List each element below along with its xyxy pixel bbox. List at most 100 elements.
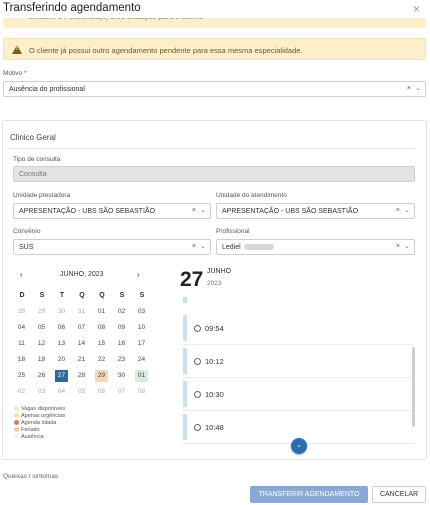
weekday-header: Q: [99, 292, 105, 299]
clear-icon[interactable]: ×: [396, 243, 400, 250]
chevron-down-icon[interactable]: ⌄: [200, 242, 206, 250]
slot-divider: [182, 344, 414, 345]
weekday-header: S: [39, 292, 45, 299]
calendar-day[interactable]: 03: [35, 386, 48, 398]
motivo-label: Motivo *: [3, 70, 27, 77]
calendar-day[interactable]: 14: [75, 338, 88, 350]
unidade-atendimento-select[interactable]: APRESENTAÇÃO - UBS SÃO SEBASTIÃO × ⌄: [216, 203, 415, 219]
selected-year: 2023: [207, 280, 222, 287]
time-slot-list[interactable]: 09:54 10:12 10:30 10:48: [180, 297, 416, 447]
calendar-day[interactable]: 29: [95, 370, 108, 382]
calendar-day[interactable]: 08: [135, 386, 148, 398]
calendar-day[interactable]: 04: [15, 322, 28, 334]
scroll-down-button[interactable]: ⌄: [291, 438, 307, 454]
calendar-day[interactable]: 10: [135, 322, 148, 334]
calendar-day[interactable]: 22: [95, 354, 108, 366]
calendar-day[interactable]: 06: [95, 386, 108, 398]
calendar-day[interactable]: 11: [15, 338, 28, 350]
calendar-day[interactable]: 21: [75, 354, 88, 366]
slot-marker: [183, 348, 187, 374]
calendar-day[interactable]: 08: [95, 322, 108, 334]
legend-label: Agenda lotada: [21, 420, 57, 426]
profissional-value: Lediel: [222, 244, 274, 251]
calendar-day[interactable]: 30: [55, 306, 68, 318]
dialog-header: Transferindo agendamento ×: [0, 0, 430, 18]
legend-item: Apenas urgências: [14, 413, 65, 419]
weekday-header: T: [59, 292, 65, 299]
clear-icon[interactable]: ×: [192, 207, 196, 214]
calendar-day[interactable]: 01: [95, 306, 108, 318]
calendar-day[interactable]: 03: [135, 306, 148, 318]
motivo-select[interactable]: Ausência do profissional × ⌄: [3, 81, 426, 97]
chevron-down-icon[interactable]: ⌄: [404, 242, 410, 250]
radio-icon[interactable]: [194, 424, 201, 431]
calendar-day[interactable]: 02: [15, 386, 28, 398]
calendar-day[interactable]: 28: [15, 306, 28, 318]
calendar-month-label: JUNHO, 2023: [60, 271, 104, 278]
time-slot-option[interactable]: 10:30: [194, 390, 224, 399]
calendar-day[interactable]: 01: [135, 370, 148, 382]
section-divider: [10, 148, 415, 149]
scrollbar[interactable]: [412, 347, 415, 427]
time-slot-option[interactable]: 10:48: [194, 423, 224, 432]
calendar-day[interactable]: 20: [55, 354, 68, 366]
alert-pending-text: O cliente já possui outro agendamento pe…: [29, 46, 303, 55]
clear-icon[interactable]: ×: [192, 243, 196, 250]
calendar-day[interactable]: 07: [75, 322, 88, 334]
profissional-label: Profissional: [216, 228, 250, 235]
calendar-day[interactable]: 30: [115, 370, 128, 382]
calendar-day[interactable]: 09: [115, 322, 128, 334]
time-slot-option[interactable]: 10:12: [194, 357, 224, 366]
calendar-day[interactable]: 26: [35, 370, 48, 382]
prev-month-button[interactable]: ‹: [20, 270, 23, 279]
time-slot-label: 10:30: [205, 390, 224, 399]
calendar-day[interactable]: 05: [75, 386, 88, 398]
calendar-day[interactable]: 27: [55, 370, 68, 382]
legend-label: Vagas disponíveis: [21, 406, 66, 412]
transfer-button[interactable]: TRANSFERIR AGENDAMENTO: [250, 486, 368, 503]
cancel-button[interactable]: CANCELAR: [372, 486, 426, 503]
unidade-prestadora-label: Unidade prestadora: [13, 192, 71, 199]
calendar-day[interactable]: 07: [115, 386, 128, 398]
slot-marker: [183, 297, 187, 303]
calendar-day[interactable]: 18: [15, 354, 28, 366]
calendar-day[interactable]: 29: [35, 306, 48, 318]
warning-icon: [12, 45, 22, 54]
radio-icon[interactable]: [194, 391, 201, 398]
calendar-day[interactable]: 13: [55, 338, 68, 350]
clear-icon[interactable]: ×: [407, 85, 411, 92]
calendar-day[interactable]: 31: [75, 306, 88, 318]
unidade-prestadora-select[interactable]: APRESENTAÇÃO - UBS SÃO SEBASTIÃO × ⌄: [13, 203, 211, 219]
time-slot-option[interactable]: 09:54: [194, 324, 224, 333]
calendar-day[interactable]: 12: [35, 338, 48, 350]
calendar-day[interactable]: 16: [115, 338, 128, 350]
calendar-day[interactable]: 24: [135, 354, 148, 366]
calendar-day[interactable]: 28: [75, 370, 88, 382]
slot-divider: [182, 377, 414, 378]
legend-dot: [14, 406, 19, 412]
profissional-select[interactable]: Lediel × ⌄: [216, 239, 415, 255]
chevron-down-icon[interactable]: ⌄: [404, 206, 410, 214]
weekday-header: D: [19, 292, 25, 299]
calendar-day[interactable]: 23: [115, 354, 128, 366]
calendar-day[interactable]: 17: [135, 338, 148, 350]
radio-icon[interactable]: [194, 325, 201, 332]
calendar-day[interactable]: 25: [15, 370, 28, 382]
next-month-button[interactable]: ›: [137, 270, 140, 279]
legend-dot: [14, 413, 19, 419]
calendar-day[interactable]: 15: [95, 338, 108, 350]
clear-icon[interactable]: ×: [396, 207, 400, 214]
chevron-down-icon[interactable]: ⌄: [200, 206, 206, 214]
close-icon[interactable]: ×: [413, 2, 420, 16]
calendar-day[interactable]: 19: [35, 354, 48, 366]
calendar-day[interactable]: 02: [115, 306, 128, 318]
radio-icon[interactable]: [194, 358, 201, 365]
chevron-down-icon[interactable]: ⌄: [415, 84, 421, 92]
calendar-day[interactable]: 05: [35, 322, 48, 334]
calendar-day[interactable]: 04: [55, 386, 68, 398]
convenio-select[interactable]: SUS × ⌄: [13, 239, 211, 255]
calendar-day[interactable]: 06: [55, 322, 68, 334]
weekday-header: S: [119, 292, 125, 299]
weekday-header: S: [139, 292, 145, 299]
queixas-label: Queixas / sintomas: [3, 473, 59, 480]
